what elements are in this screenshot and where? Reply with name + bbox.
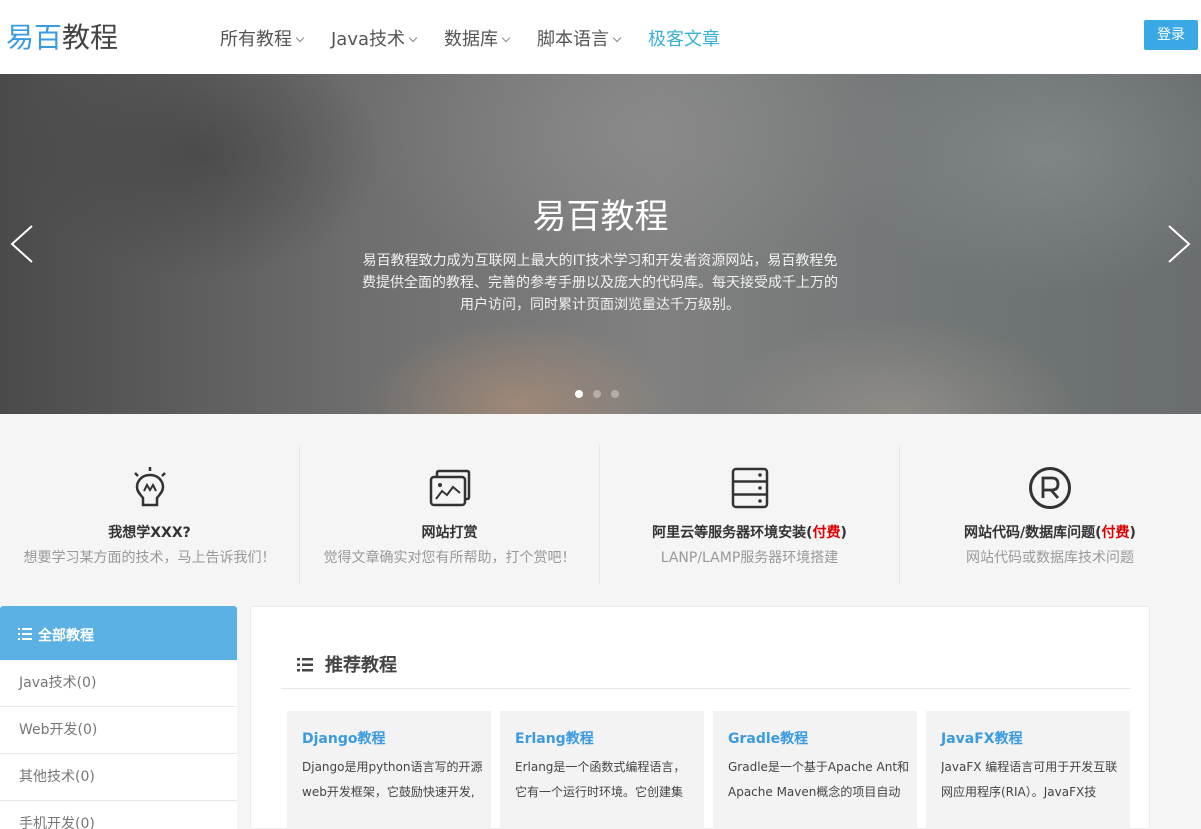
feature-subtitle: LANP/LAMP服务器环境搭建 [660, 550, 839, 566]
feature-subtitle: 想要学习某方面的技术，马上告诉我们！ [23, 550, 276, 566]
banner-description: 易百教程致力成为互联网上最大的IT技术学习和开发者资源网站，易百教程免费提供全面… [362, 253, 838, 313]
feature-subtitle: 觉得文章确实对您有所帮助，打个赏吧！ [323, 550, 576, 566]
card-description: Django是用python语言写的开源web开发框架，它鼓励快速开发, [302, 760, 483, 799]
picture-frame-icon [429, 469, 470, 507]
recommended-panel: 推荐教程 Django教程 Django是用python语言写的开源web开发框… [250, 606, 1150, 829]
card-title[interactable]: JavaFX教程 [941, 729, 1023, 749]
top-header: 易百教程 所有教程 Java技术 数据库 脚本语言 极客文章 登录 [0, 0, 1201, 74]
panel-title: 推荐教程 [325, 655, 397, 676]
chevron-down-icon [408, 33, 418, 43]
feature-donate[interactable]: 网站打赏 觉得文章确实对您有所帮助，打个赏吧！ [300, 445, 600, 585]
card-title[interactable]: Erlang教程 [515, 729, 594, 749]
card-description: Gradle是一个基于Apache Ant和Apache Maven概念的项目自… [728, 760, 910, 799]
feature-title: 我想学XXX? [0, 523, 299, 543]
nav-label: 数据库 [444, 29, 499, 50]
nav-item-database[interactable]: 数据库 [444, 26, 511, 54]
sidebar-item-other[interactable]: 其他技术(0) [0, 754, 237, 801]
nav-label: 脚本语言 [537, 29, 610, 50]
logo-part-1: 易百 [6, 21, 63, 54]
lightbulb-icon [133, 467, 166, 507]
feature-title-text: 我想学XXX? [108, 525, 191, 541]
sidebar-header-label: 全部教程 [38, 628, 94, 644]
category-sidebar: 全部教程 Java技术(0) Web开发(0) 其他技术(0) 手机开发(0) [0, 606, 237, 829]
tutorial-card[interactable]: Gradle教程 Gradle是一个基于Apache Ant和Apache Ma… [713, 711, 917, 829]
carousel-dot-2[interactable] [593, 390, 601, 398]
sidebar-item-mobile[interactable]: 手机开发(0) [0, 801, 237, 829]
chevron-down-icon [501, 33, 511, 43]
sidebar-item-java[interactable]: Java技术(0) [0, 660, 237, 707]
chevron-left-icon[interactable] [8, 224, 38, 264]
list-icon [18, 628, 32, 640]
login-button[interactable]: 登录 [1144, 20, 1198, 50]
feature-server-setup[interactable]: 阿里云等服务器环境安装(付费) LANP/LAMP服务器环境搭建 [600, 445, 900, 585]
card-title[interactable]: Gradle教程 [728, 729, 808, 749]
feature-title-text: 网站打赏 [421, 525, 478, 541]
card-title[interactable]: Django教程 [302, 729, 385, 749]
nav-item-geek-articles[interactable]: 极客文章 [648, 26, 720, 54]
sidebar-header-all-tutorials[interactable]: 全部教程 [0, 606, 237, 660]
feature-title: 网站代码/数据库问题(付费) [900, 523, 1200, 543]
card-description: Erlang是一个函数式编程语言，它有一个运行时环境。它创建集 [515, 760, 686, 799]
tutorial-card[interactable]: Django教程 Django是用python语言写的开源web开发框架，它鼓励… [287, 711, 491, 829]
nav-label: Java技术 [331, 29, 406, 50]
nav-item-all-tutorials[interactable]: 所有教程 [220, 26, 305, 54]
nav-item-java[interactable]: Java技术 [331, 26, 418, 54]
site-logo[interactable]: 易百教程 [6, 20, 118, 56]
hero-carousel: 易百教程 易百教程致力成为互联网上最大的IT技术学习和开发者资源网站，易百教程免… [0, 74, 1201, 414]
feature-code-db-help[interactable]: 网站代码/数据库问题(付费) 网站代码或数据库技术问题 [900, 445, 1200, 585]
feature-title-text: 阿里云等服务器环境安装( [652, 525, 813, 541]
nav-item-scripting[interactable]: 脚本语言 [537, 26, 622, 54]
sidebar-item-web[interactable]: Web开发(0) [0, 707, 237, 754]
banner-title: 易百教程 [532, 197, 669, 237]
carousel-dot-3[interactable] [611, 390, 619, 398]
feature-want-to-learn[interactable]: 我想学XXX? 想要学习某方面的技术，马上告诉我们！ [0, 445, 300, 585]
carousel-indicators [575, 390, 629, 398]
panel-header: 推荐教程 [281, 647, 1131, 689]
tutorial-cards: Django教程 Django是用python语言写的开源web开发框架，它鼓励… [287, 711, 1131, 829]
feature-title-text: 网站代码/数据库问题( [964, 525, 1102, 541]
feature-title-end: ) [1129, 525, 1136, 541]
server-icon [731, 467, 768, 509]
card-description: JavaFX 编程语言可用于开发互联网应用程序(RIA）。JavaFX技 [941, 760, 1118, 799]
feature-title: 阿里云等服务器环境安装(付费) [600, 523, 899, 543]
carousel-dot-1[interactable] [575, 390, 583, 398]
feature-title: 网站打赏 [300, 523, 599, 543]
main-nav: 所有教程 Java技术 数据库 脚本语言 极客文章 [220, 26, 748, 54]
tutorial-card[interactable]: Erlang教程 Erlang是一个函数式编程语言，它有一个运行时环境。它创建集 [500, 711, 704, 829]
feature-subtitle: 网站代码或数据库技术问题 [966, 550, 1134, 566]
feature-row: 我想学XXX? 想要学习某方面的技术，马上告诉我们！ 网站打赏 觉得文章确实对您… [0, 445, 1201, 585]
logo-part-2: 教程 [62, 21, 119, 54]
chevron-down-icon [612, 33, 622, 43]
chevron-right-icon[interactable] [1163, 224, 1193, 264]
tutorial-card[interactable]: JavaFX教程 JavaFX 编程语言可用于开发互联网应用程序(RIA）。Ja… [926, 711, 1130, 829]
registered-icon [1029, 467, 1071, 509]
nav-label: 所有教程 [220, 29, 292, 50]
chevron-down-icon [295, 33, 305, 43]
list-icon [297, 658, 313, 672]
paid-mark: 付费 [1101, 525, 1130, 541]
paid-mark: 付费 [812, 525, 841, 541]
feature-title-end: ) [840, 525, 847, 541]
